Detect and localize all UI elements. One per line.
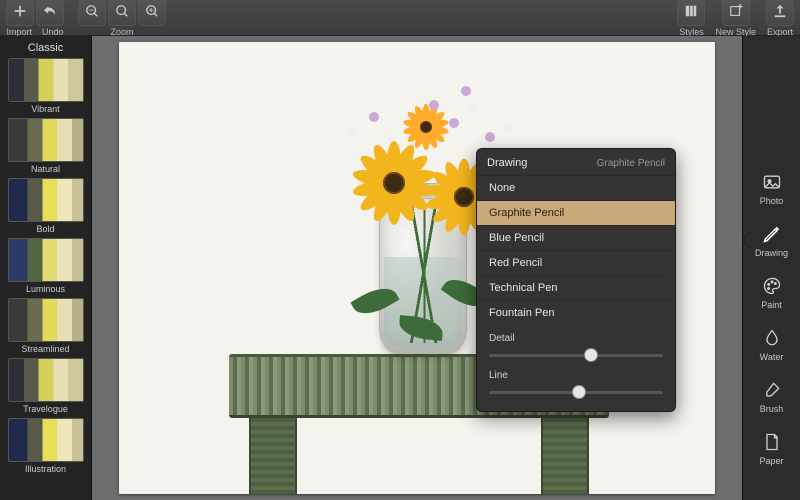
import-button[interactable]	[6, 0, 34, 26]
option-technical-pen[interactable]: Technical Pen	[477, 275, 675, 300]
line-slider-label: Line	[489, 370, 663, 381]
preset-list: Vibrant Natural Bold Luminous Streamline…	[7, 58, 85, 478]
preset-label: Luminous	[26, 284, 65, 294]
export-button[interactable]	[766, 0, 794, 26]
undo-icon	[43, 4, 57, 21]
canvas-area: Drawing Graphite Pencil None Graphite Pe…	[92, 36, 742, 500]
zoom-out-icon	[85, 4, 99, 21]
styles-group: Styles	[677, 0, 705, 37]
option-blue-pencil[interactable]: Blue Pencil	[477, 225, 675, 250]
preset-thumb	[8, 118, 84, 162]
drawing-panel: Drawing Graphite Pencil None Graphite Pe…	[476, 148, 676, 412]
rail-label: Photo	[760, 196, 784, 206]
water-icon	[761, 327, 783, 349]
preset-vibrant[interactable]: Vibrant	[7, 58, 85, 114]
preset-label: Illustration	[25, 464, 66, 474]
rail-label: Paper	[759, 456, 783, 466]
option-none[interactable]: None	[477, 175, 675, 200]
plus-icon	[13, 4, 27, 21]
rail-tab-photo[interactable]: Photo	[743, 162, 800, 214]
import-group: Import Undo	[6, 0, 64, 37]
export-icon	[773, 4, 787, 21]
rail-tab-drawing[interactable]: Drawing	[743, 214, 800, 266]
preset-streamlined[interactable]: Streamlined	[7, 298, 85, 354]
preset-label: Streamlined	[21, 344, 69, 354]
zoom-fit-icon	[115, 4, 129, 21]
new-style-icon	[729, 4, 743, 21]
preset-label: Natural	[31, 164, 60, 174]
style-sidebar: Classic Vibrant Natural Bold Luminous St…	[0, 36, 92, 500]
rail-tab-paint[interactable]: Paint	[743, 266, 800, 318]
slider-knob[interactable]	[573, 386, 585, 398]
line-slider[interactable]	[489, 385, 663, 399]
rail-tab-water[interactable]: Water	[743, 318, 800, 370]
slider-knob[interactable]	[585, 349, 597, 361]
drawing-options: None Graphite Pencil Blue Pencil Red Pen…	[477, 175, 675, 325]
preset-thumb	[8, 178, 84, 222]
preset-illustration[interactable]: Illustration	[7, 418, 85, 474]
styles-icon	[684, 4, 698, 21]
panel-title: Drawing	[487, 157, 527, 169]
preset-label: Vibrant	[31, 104, 59, 114]
undo-button[interactable]	[36, 0, 64, 26]
rail-label: Paint	[761, 300, 782, 310]
styles-button[interactable]	[677, 0, 705, 26]
preset-bold[interactable]: Bold	[7, 178, 85, 234]
brush-icon	[761, 379, 783, 401]
zoom-in-button[interactable]	[138, 0, 166, 26]
preset-luminous[interactable]: Luminous	[7, 238, 85, 294]
new-style-group: New Style	[715, 0, 756, 37]
option-fountain-pen[interactable]: Fountain Pen	[477, 300, 675, 325]
panel-subtitle: Graphite Pencil	[597, 158, 665, 169]
preset-natural[interactable]: Natural	[7, 118, 85, 174]
option-red-pencil[interactable]: Red Pencil	[477, 250, 675, 275]
new-style-button[interactable]	[722, 0, 750, 26]
category-rail: Photo Drawing Paint Water Brush Paper	[742, 36, 800, 500]
preset-thumb	[8, 298, 84, 342]
paper-icon	[761, 431, 783, 453]
detail-slider-label: Detail	[489, 333, 663, 344]
rail-label: Drawing	[755, 248, 788, 258]
preset-thumb	[8, 358, 84, 402]
export-group: Export	[766, 0, 794, 37]
rail-tab-brush[interactable]: Brush	[743, 370, 800, 422]
preset-thumb	[8, 238, 84, 282]
toolbar: Import Undo Zoom Styles	[0, 0, 800, 36]
preset-travelogue[interactable]: Travelogue	[7, 358, 85, 414]
zoom-fit-button[interactable]	[108, 0, 136, 26]
flower-illustration	[401, 102, 451, 152]
pencil-icon	[761, 223, 783, 245]
preset-label: Travelogue	[23, 404, 68, 414]
rail-tab-paper[interactable]: Paper	[743, 422, 800, 474]
rail-label: Water	[760, 352, 784, 362]
zoom-in-icon	[145, 4, 159, 21]
preset-thumb	[8, 418, 84, 462]
detail-slider[interactable]	[489, 348, 663, 362]
preset-label: Bold	[36, 224, 54, 234]
rail-label: Brush	[760, 404, 784, 414]
sidebar-title: Classic	[28, 42, 63, 54]
zoom-out-button[interactable]	[78, 0, 106, 26]
preset-thumb	[8, 58, 84, 102]
palette-icon	[761, 275, 783, 297]
option-graphite-pencil[interactable]: Graphite Pencil	[477, 200, 675, 225]
photo-icon	[761, 171, 783, 193]
zoom-group: Zoom	[78, 0, 166, 37]
